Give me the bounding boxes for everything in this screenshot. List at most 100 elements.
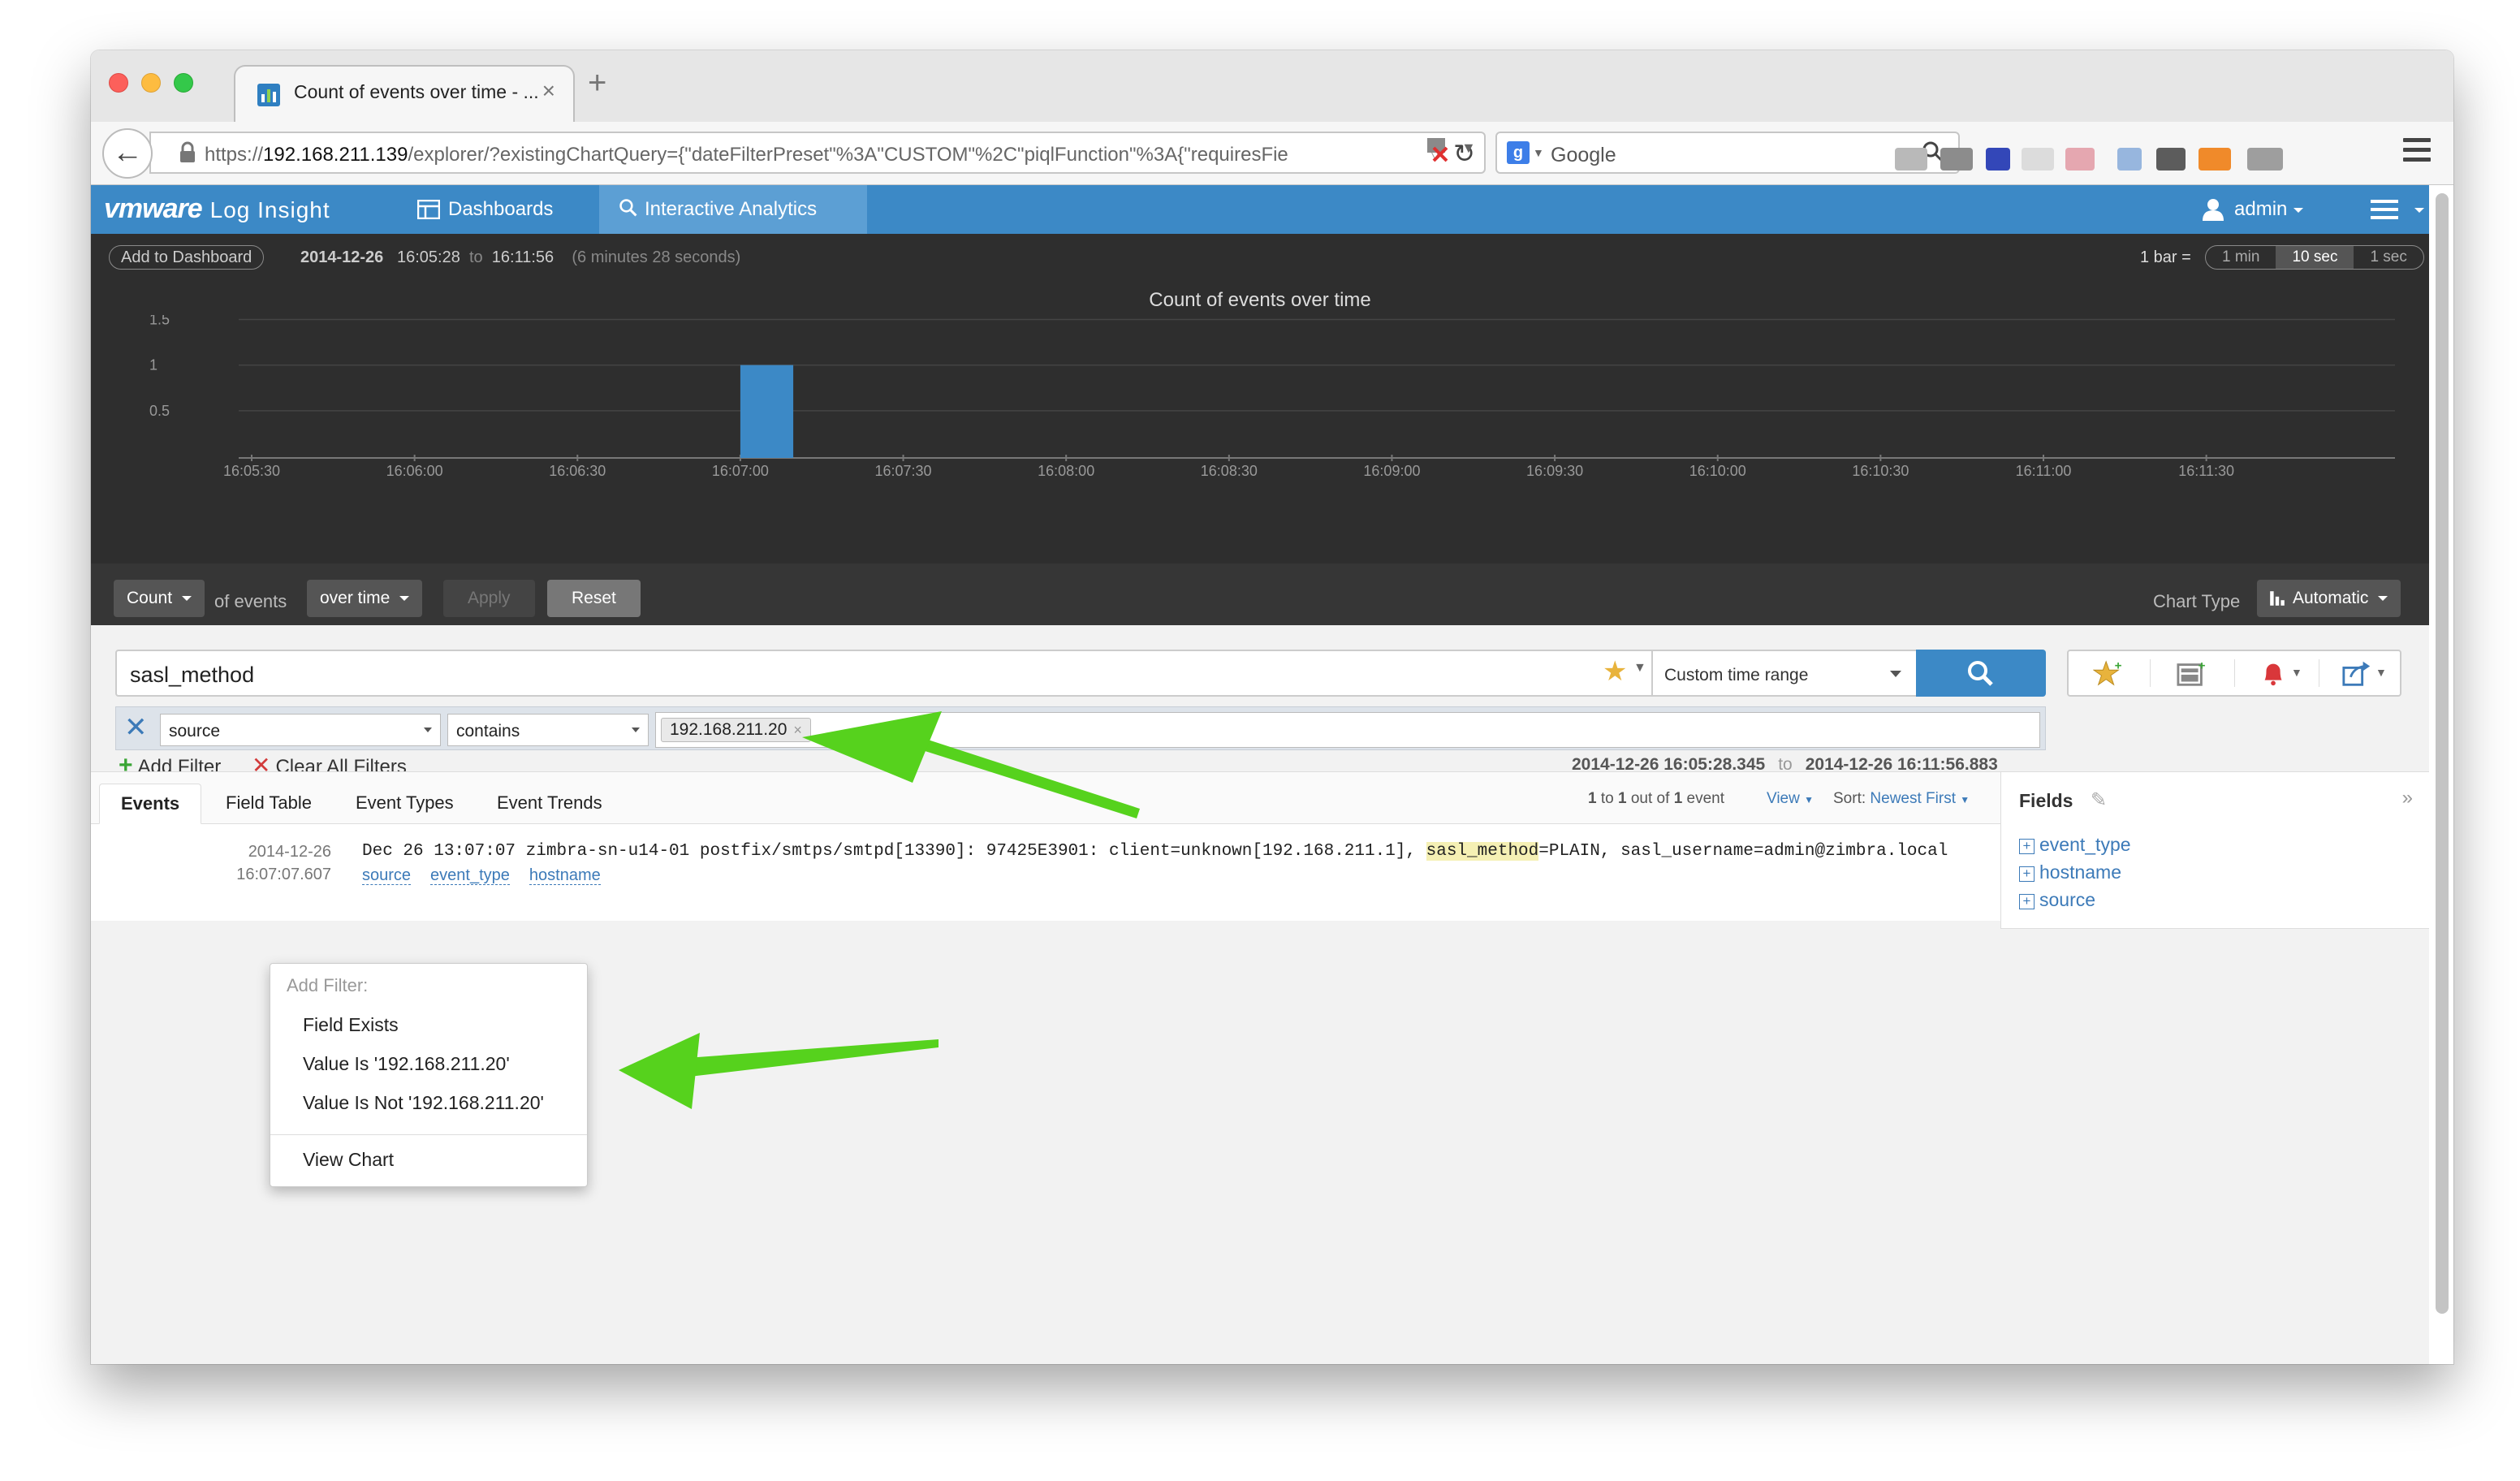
extension-icon[interactable] (2156, 148, 2186, 171)
field-hostname[interactable]: + hostname (2019, 861, 2121, 883)
event-field-event-type[interactable]: event_type (430, 866, 510, 885)
popup-value-is-not[interactable]: Value Is Not '192.168.211.20' (303, 1092, 544, 1114)
dashboard-plus-icon: + (2177, 658, 2206, 686)
close-window-button[interactable] (109, 73, 128, 93)
popup-value-is[interactable]: Value Is '192.168.211.20' (303, 1053, 510, 1075)
extension-icon[interactable] (2117, 148, 2142, 171)
filter-operator-select[interactable]: contains (447, 714, 649, 746)
engine-dropdown-icon[interactable]: ▼ (1533, 146, 1544, 159)
view-dropdown[interactable]: View ▼ (1767, 790, 1814, 808)
chart-toolbar: Count of events over time Apply Reset Ch… (91, 563, 2429, 625)
chevron-down-icon (632, 728, 640, 732)
chart-x-tick-label: 16:08:30 (1201, 463, 1258, 479)
user-menu[interactable]: admin (2203, 185, 2304, 234)
annotation-arrow-icon (802, 711, 1140, 818)
tab-events[interactable]: Events (99, 784, 202, 824)
favorite-star-icon[interactable]: ★ (1603, 658, 1627, 685)
query-input[interactable]: sasl_method (115, 650, 1681, 697)
search-icon (1968, 661, 1993, 686)
chart-y-tick-label: 1.5 (149, 315, 170, 327)
chevron-down-icon: ▼ (2291, 666, 2302, 679)
url-bar[interactable]: https://192.168.211.139/explorer/?existi… (149, 132, 1486, 174)
nav-dashboards[interactable]: Dashboards (408, 185, 602, 234)
blocked-addon-icon[interactable] (1422, 133, 1452, 162)
google-engine-icon[interactable]: g (1507, 141, 1530, 164)
tab-event-trends[interactable]: Event Trends (476, 784, 624, 824)
chart-x-tick-label: 16:08:00 (1038, 463, 1094, 479)
svg-text:+: + (2199, 658, 2206, 672)
chart-type-dropdown[interactable]: Automatic (2257, 580, 2401, 617)
popup-divider (270, 1134, 587, 1135)
chart-type-label: Chart Type (2153, 591, 2241, 611)
create-alert-button[interactable]: ▼ (2237, 651, 2319, 695)
app-menu-icon[interactable] (2371, 200, 2398, 219)
tab-field-table[interactable]: Field Table (205, 784, 333, 824)
extension-icon[interactable] (1940, 148, 1973, 171)
chevron-down-icon (399, 596, 410, 602)
apply-button[interactable]: Apply (443, 580, 535, 617)
browser-menu-icon[interactable] (2403, 138, 2431, 162)
chart-x-tick-label: 16:07:30 (875, 463, 932, 479)
edit-pencil-icon[interactable]: ✎ (2091, 788, 2107, 812)
chevron-down-icon (424, 728, 432, 732)
add-favorite-button[interactable]: + (2069, 651, 2150, 695)
popup-view-chart[interactable]: View Chart (303, 1149, 394, 1171)
chart-bar (740, 365, 794, 458)
popup-header: Add Filter: (287, 975, 369, 995)
bar-size-option[interactable]: 1 min (2206, 246, 2276, 269)
extension-icon[interactable] (2065, 148, 2095, 171)
browser-tab[interactable]: Count of events over time - ... × (234, 65, 575, 122)
tab-event-types[interactable]: Event Types (334, 784, 475, 824)
event-field-source[interactable]: source (362, 866, 412, 885)
chart-x-tick-label: 16:06:30 (549, 463, 606, 479)
collapse-panel-icon[interactable]: » (2402, 787, 2413, 810)
filter-field-select[interactable]: source (160, 714, 441, 746)
remove-filter-icon[interactable]: ✕ (124, 714, 148, 741)
extension-icon[interactable] (1895, 148, 1927, 171)
add-to-dashboard-button[interactable]: Add to Dashboard (109, 245, 265, 270)
zoom-window-button[interactable] (174, 73, 193, 93)
extension-icon[interactable] (1986, 148, 2010, 171)
chart-x-tick-label: 16:07:00 (712, 463, 769, 479)
vmware-log-insight-logo[interactable]: vmware Log Insight (104, 193, 330, 225)
event-row: 2014-12-26 16:07:07.607 Dec 26 13:07:07 … (91, 824, 2000, 922)
field-source[interactable]: + source (2019, 889, 2095, 911)
browser-navbar: https://192.168.211.139/explorer/?existi… (91, 122, 2453, 185)
extension-icon[interactable] (2199, 148, 2231, 171)
chevron-down-icon: ▼ (1960, 794, 1970, 805)
browser-tab-title: Count of events over time - ... (294, 81, 539, 102)
sort-dropdown[interactable]: Sort: Newest First ▼ (1833, 790, 1970, 808)
close-tab-icon[interactable]: × (542, 78, 555, 104)
time-range-dropdown[interactable]: Custom time range (1651, 650, 1918, 697)
chevron-down-icon[interactable]: ▼ (1633, 661, 1646, 676)
minimize-window-button[interactable] (141, 73, 161, 93)
nav-interactive-analytics[interactable]: Interactive Analytics (599, 185, 867, 234)
chart-favicon-icon (257, 84, 280, 106)
url-text[interactable]: https://192.168.211.139/explorer/?existi… (205, 144, 1374, 166)
page-scrollbar-thumb[interactable] (2436, 193, 2449, 1314)
chart-x-tick-label: 16:10:30 (1852, 463, 1909, 479)
back-button[interactable]: ← (102, 128, 153, 179)
star-plus-icon: + (2093, 658, 2122, 686)
event-field-hostname[interactable]: hostname (529, 866, 601, 885)
bar-size-option-active[interactable]: 10 sec (2276, 246, 2354, 269)
chart-y-tick-label: 1 (149, 357, 158, 373)
reset-button[interactable]: Reset (547, 580, 641, 617)
aggregate-function-dropdown[interactable]: Count (114, 580, 205, 617)
field-event-type[interactable]: + event_type (2019, 834, 2131, 856)
group-by-dropdown[interactable]: over time (307, 580, 423, 617)
extension-icon[interactable] (2247, 148, 2283, 171)
expand-plus-icon: + (2019, 894, 2035, 909)
export-button[interactable]: ▼ (2322, 651, 2403, 695)
popup-field-exists[interactable]: Field Exists (303, 1014, 399, 1036)
chart-x-tick-label: 16:11:30 (2178, 463, 2234, 479)
search-button[interactable] (1916, 650, 2046, 697)
add-to-dashboard-icon-button[interactable]: + (2153, 651, 2234, 695)
bar-size-option[interactable]: 1 sec (2354, 246, 2423, 269)
extension-icon[interactable] (2022, 148, 2054, 171)
chevron-down-icon (2378, 596, 2388, 602)
new-tab-button[interactable]: + (588, 67, 606, 99)
bar-size-selector: 1 min 10 sec 1 sec (2205, 245, 2424, 270)
addon-dropdown-icon[interactable]: ▼ (1461, 140, 1476, 157)
browser-search-bar[interactable]: g ▼ Google (1495, 132, 1960, 174)
